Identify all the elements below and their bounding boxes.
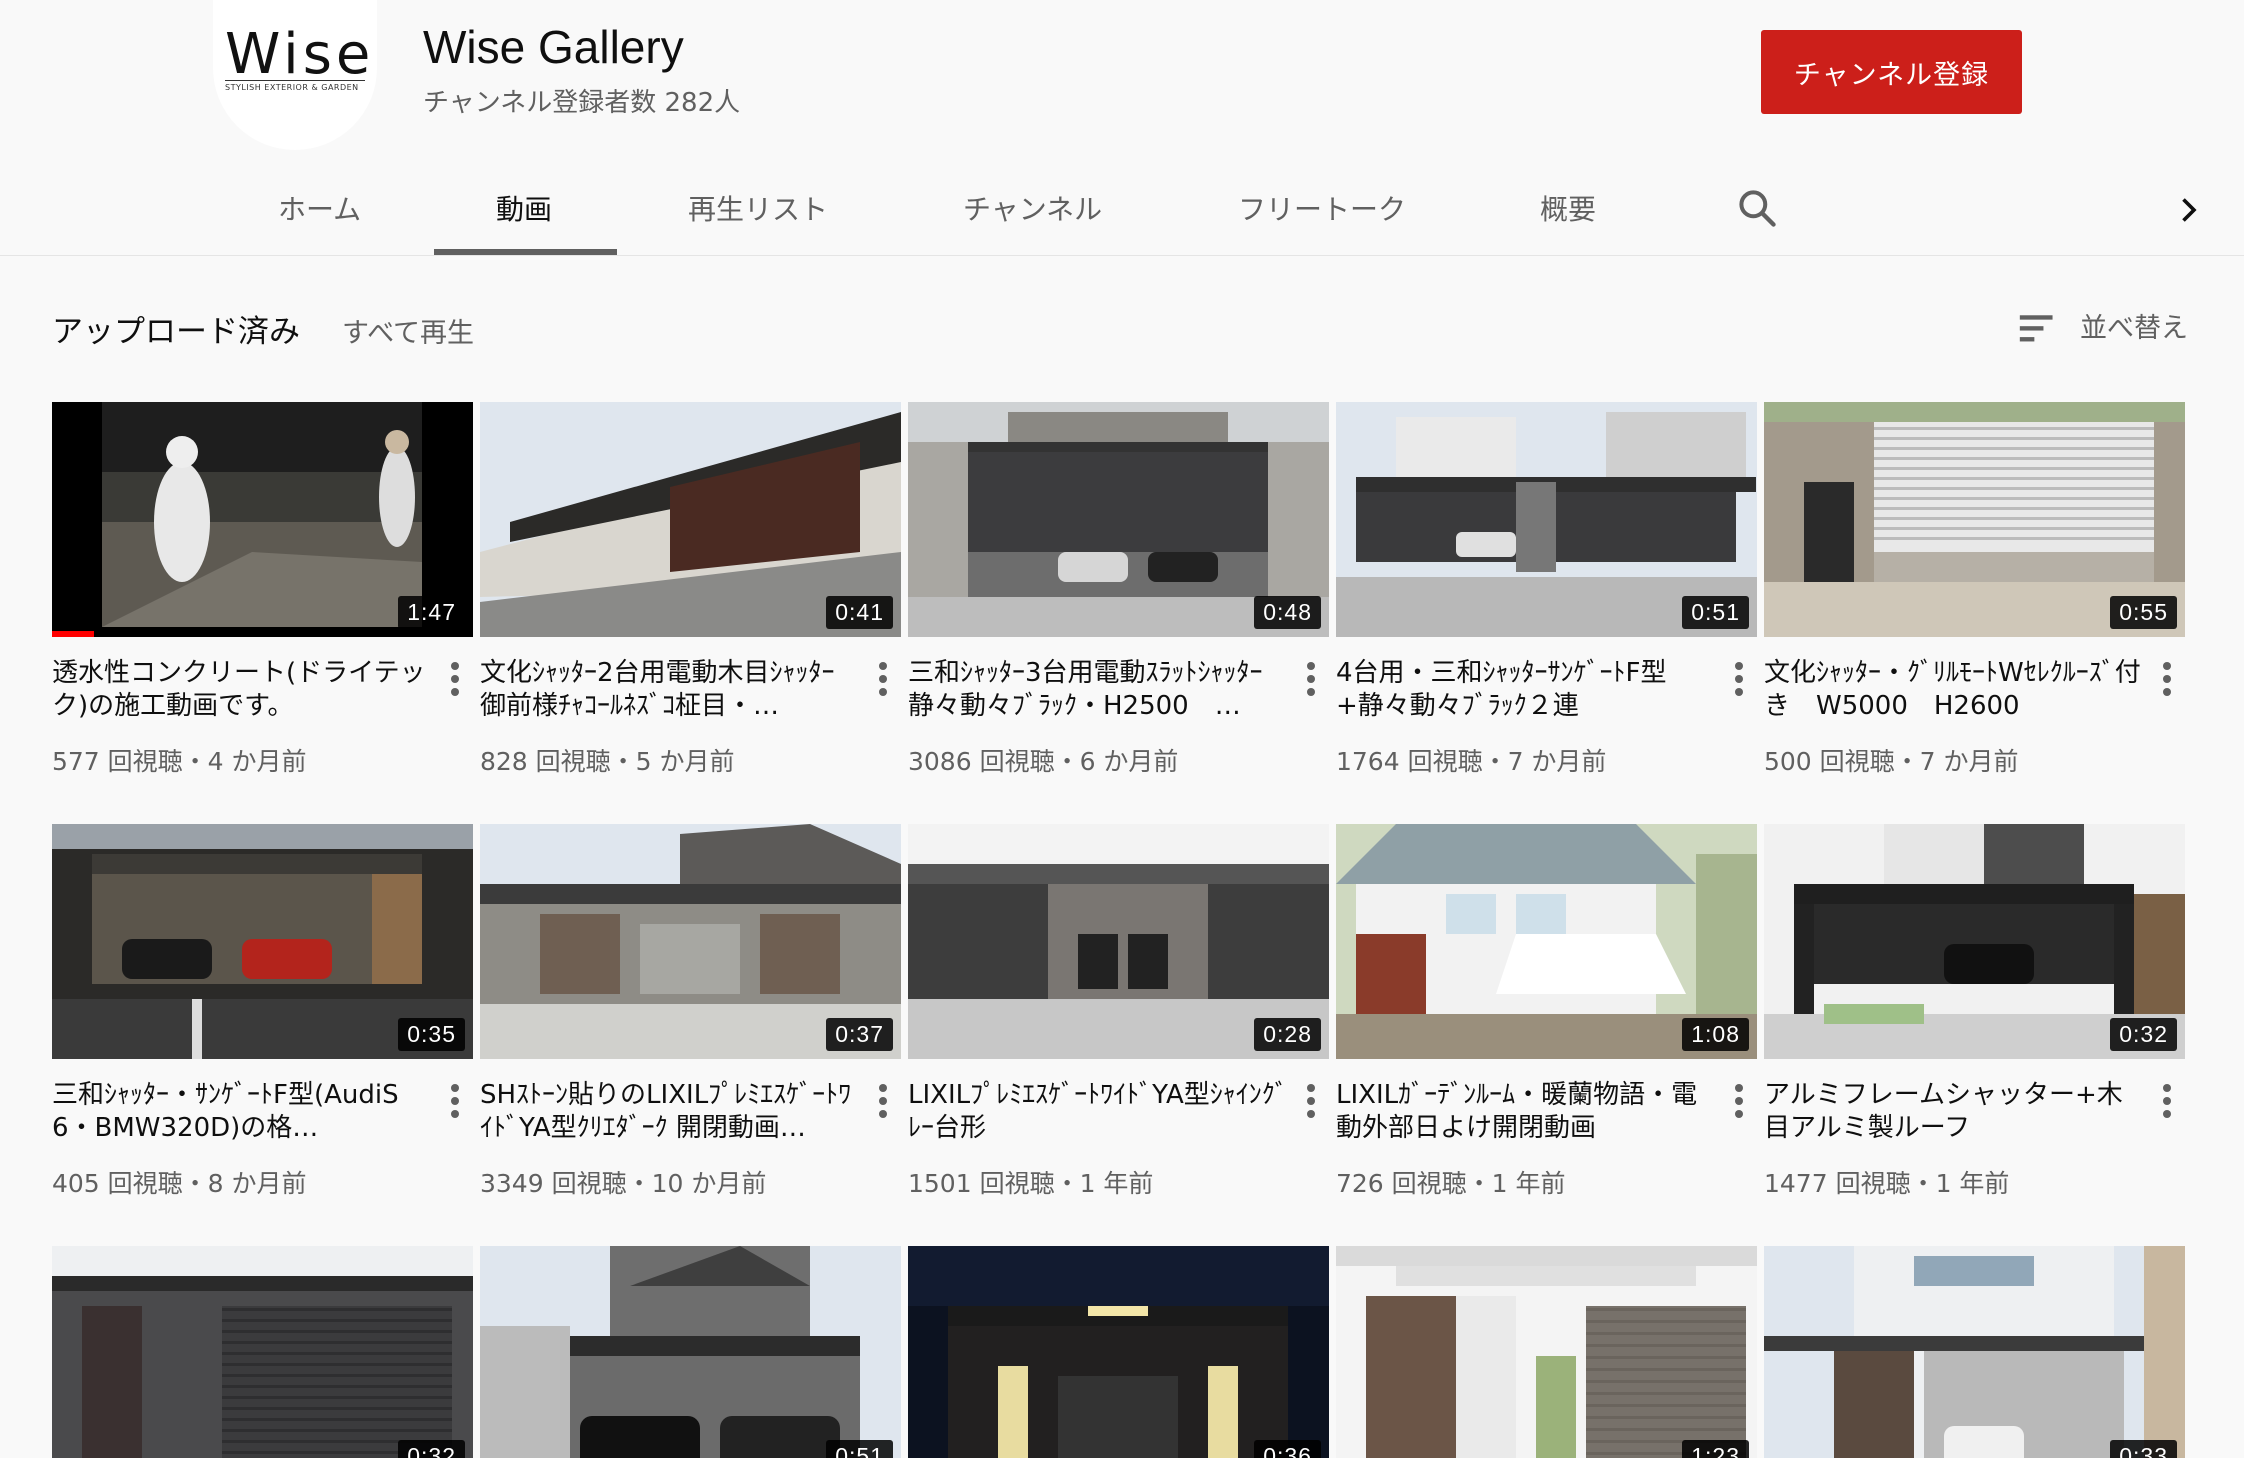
chevron-right-icon[interactable] bbox=[2170, 192, 2206, 228]
video-card[interactable]: 1:47 透水性コンクリート(ドライテック)の施工動画です。 577 回視聴・4 か… bbox=[52, 402, 473, 776]
video-metadata: 405 回視聴・8 か月前 bbox=[52, 1169, 307, 1198]
sort-icon[interactable] bbox=[2016, 308, 2060, 348]
video-metadata: 3349 回視聴・10 か月前 bbox=[480, 1169, 767, 1198]
video-title[interactable]: 透水性コンクリート(ドライテック)の施工動画です。 bbox=[52, 657, 432, 723]
more-actions-icon[interactable] bbox=[2159, 662, 2175, 702]
search-icon[interactable] bbox=[1735, 186, 1779, 230]
video-thumbnail[interactable]: 0:28 bbox=[908, 824, 1329, 1059]
video-duration: 0:35 bbox=[398, 1018, 465, 1051]
video-duration: 0:51 bbox=[826, 1440, 893, 1458]
video-duration: 0:32 bbox=[398, 1440, 465, 1458]
logo-text: Wise bbox=[225, 22, 375, 87]
video-duration: 0:32 bbox=[2110, 1018, 2177, 1051]
tab-playlists[interactable]: 再生リスト bbox=[688, 188, 828, 228]
video-duration: 0:48 bbox=[1254, 596, 1321, 629]
watch-progress-bar bbox=[52, 631, 95, 637]
video-metadata: 1501 回視聴・1 年前 bbox=[908, 1169, 1154, 1198]
video-card[interactable]: 0:28 LIXILﾌﾟﾚﾐｴｽｹﾞｰﾄﾜｲﾄﾞYA型ｼｬｲﾝｸﾞﾚｰ台形 1501… bbox=[908, 824, 1329, 1198]
video-title[interactable]: アルミフレームシャッター+木目アルミ製ルーフ bbox=[1764, 1079, 2144, 1145]
video-thumbnail[interactable]: 0:51 bbox=[480, 1246, 901, 1458]
video-duration: 0:51 bbox=[1682, 596, 1749, 629]
video-title[interactable]: 4台用・三和ｼｬｯﾀｰｻﾝｹﾞｰﾄF型+静々動々ﾌﾞﾗｯｸ２連 bbox=[1336, 657, 1716, 723]
video-thumbnail[interactable]: 0:32 bbox=[52, 1246, 473, 1458]
more-actions-icon[interactable] bbox=[875, 662, 891, 702]
tab-home[interactable]: ホーム bbox=[278, 188, 361, 228]
logo-subtext: STYLISH EXTERIOR & GARDEN bbox=[225, 80, 365, 92]
video-title[interactable]: 文化ｼｬｯﾀｰ・ｸﾞﾘﾙﾓｰﾄWｾﾚｸﾙｰｽﾞ付き W5000 H2600 bbox=[1764, 657, 2144, 723]
video-card[interactable]: 0:48 三和ｼｬｯﾀｰ3台用電動ｽﾗｯﾄｼｬｯﾀｰ静々動々ﾌﾞﾗｯｸ・H2500… bbox=[908, 402, 1329, 776]
video-thumbnail[interactable]: 0:32 bbox=[1764, 824, 2185, 1059]
video-thumbnail[interactable]: 1:23 bbox=[1336, 1246, 1757, 1458]
video-card[interactable]: 0:41 文化ｼｬｯﾀｰ2台用電動木目ｼｬｯﾀｰ御前様ﾁｬｺｰﾙﾈｽﾞｺ柾目・… 8… bbox=[480, 402, 901, 776]
video-duration: 1:08 bbox=[1682, 1018, 1749, 1051]
channel-tabs: ホーム 動画 再生リスト チャンネル フリートーク 概要 bbox=[0, 170, 2244, 256]
video-duration: 1:47 bbox=[398, 596, 465, 629]
video-duration: 0:28 bbox=[1254, 1018, 1321, 1051]
video-metadata: 726 回視聴・1 年前 bbox=[1336, 1169, 1566, 1198]
video-thumbnail[interactable]: 1:08 bbox=[1336, 824, 1757, 1059]
video-title[interactable]: LIXILﾌﾟﾚﾐｴｽｹﾞｰﾄﾜｲﾄﾞYA型ｼｬｲﾝｸﾞﾚｰ台形 bbox=[908, 1079, 1288, 1145]
section-title: アップロード済み bbox=[52, 314, 300, 350]
more-actions-icon[interactable] bbox=[1303, 1084, 1319, 1124]
video-thumbnail[interactable]: 0:51 bbox=[1336, 402, 1757, 637]
video-metadata: 1764 回視聴・7 か月前 bbox=[1336, 747, 1607, 776]
tab-channels[interactable]: チャンネル bbox=[963, 188, 1102, 228]
video-metadata: 500 回視聴・7 か月前 bbox=[1764, 747, 2019, 776]
video-metadata: 828 回視聴・5 か月前 bbox=[480, 747, 735, 776]
video-thumbnail[interactable]: 0:36 bbox=[908, 1246, 1329, 1458]
video-card[interactable]: 0:37 SHｽﾄｰﾝ貼りのLIXILﾌﾟﾚﾐｴｽｹﾞｰﾄﾜｲﾄﾞYA型ｸﾘｴﾀﾞ… bbox=[480, 824, 901, 1198]
channel-header: Wise STYLISH EXTERIOR & GARDEN Wise Gall… bbox=[0, 0, 2244, 256]
more-actions-icon[interactable] bbox=[1731, 662, 1747, 702]
video-duration: 0:36 bbox=[1254, 1440, 1321, 1458]
video-metadata: 1477 回視聴・1 年前 bbox=[1764, 1169, 2010, 1198]
video-duration: 0:33 bbox=[2110, 1440, 2177, 1458]
video-title[interactable]: LIXILｶﾞｰﾃﾞﾝﾙｰﾑ・暖蘭物語・電動外部日よけ開閉動画 bbox=[1336, 1079, 1716, 1145]
more-actions-icon[interactable] bbox=[447, 662, 463, 702]
more-actions-icon[interactable] bbox=[2159, 1084, 2175, 1124]
video-card[interactable]: 0:35 三和ｼｬｯﾀｰ・ｻﾝｹﾞｰﾄF型(AudiS6・BMW320D)の格… 4… bbox=[52, 824, 473, 1198]
video-thumbnail[interactable]: 0:35 bbox=[52, 824, 473, 1059]
video-duration: 1:23 bbox=[1682, 1440, 1749, 1458]
channel-avatar[interactable]: Wise STYLISH EXTERIOR & GARDEN bbox=[213, 0, 377, 150]
video-title[interactable]: 文化ｼｬｯﾀｰ2台用電動木目ｼｬｯﾀｰ御前様ﾁｬｺｰﾙﾈｽﾞｺ柾目・… bbox=[480, 657, 860, 723]
video-thumbnail[interactable]: 0:37 bbox=[480, 824, 901, 1059]
video-title[interactable]: SHｽﾄｰﾝ貼りのLIXILﾌﾟﾚﾐｴｽｹﾞｰﾄﾜｲﾄﾞYA型ｸﾘｴﾀﾞｰｸ 開… bbox=[480, 1079, 860, 1145]
video-title[interactable]: 三和ｼｬｯﾀｰ3台用電動ｽﾗｯﾄｼｬｯﾀｰ静々動々ﾌﾞﾗｯｸ・H2500 … bbox=[908, 657, 1288, 723]
video-card[interactable]: 0:36 bbox=[908, 1246, 1329, 1458]
video-metadata: 577 回視聴・4 か月前 bbox=[52, 747, 307, 776]
more-actions-icon[interactable] bbox=[1731, 1084, 1747, 1124]
tab-about[interactable]: 概要 bbox=[1540, 188, 1596, 228]
play-all-link[interactable]: すべて再生 bbox=[342, 311, 474, 350]
video-card[interactable]: 0:51 4台用・三和ｼｬｯﾀｰｻﾝｹﾞｰﾄF型+静々動々ﾌﾞﾗｯｸ２連 1764 … bbox=[1336, 402, 1757, 776]
more-actions-icon[interactable] bbox=[447, 1084, 463, 1124]
video-duration: 0:55 bbox=[2110, 596, 2177, 629]
video-duration: 0:37 bbox=[826, 1018, 893, 1051]
video-card[interactable]: 0:32 アルミフレームシャッター+木目アルミ製ルーフ 1477 回視聴・1 年前 bbox=[1764, 824, 2185, 1198]
video-card[interactable]: 1:08 LIXILｶﾞｰﾃﾞﾝﾙｰﾑ・暖蘭物語・電動外部日よけ開閉動画 726 回… bbox=[1336, 824, 1757, 1198]
video-duration: 0:41 bbox=[826, 596, 893, 629]
subscriber-count: チャンネル登録者数 282人 bbox=[423, 88, 741, 118]
video-card[interactable]: 0:55 文化ｼｬｯﾀｰ・ｸﾞﾘﾙﾓｰﾄWｾﾚｸﾙｰｽﾞ付き W5000 H260… bbox=[1764, 402, 2185, 776]
video-thumbnail[interactable]: 0:48 bbox=[908, 402, 1329, 637]
tab-discussion[interactable]: フリートーク bbox=[1238, 188, 1406, 228]
video-thumbnail[interactable]: 1:47 bbox=[52, 402, 473, 637]
channel-title: Wise Gallery bbox=[423, 21, 684, 73]
tab-videos[interactable]: 動画 bbox=[496, 188, 552, 228]
video-card[interactable]: 0:51 bbox=[480, 1246, 901, 1458]
video-thumbnail[interactable]: 0:33 bbox=[1764, 1246, 2185, 1458]
video-thumbnail[interactable]: 0:55 bbox=[1764, 402, 2185, 637]
video-metadata: 3086 回視聴・6 か月前 bbox=[908, 747, 1179, 776]
video-title[interactable]: 三和ｼｬｯﾀｰ・ｻﾝｹﾞｰﾄF型(AudiS6・BMW320D)の格… bbox=[52, 1079, 432, 1145]
more-actions-icon[interactable] bbox=[875, 1084, 891, 1124]
video-card[interactable]: 1:23 bbox=[1336, 1246, 1757, 1458]
more-actions-icon[interactable] bbox=[1303, 662, 1319, 702]
video-card[interactable]: 0:33 bbox=[1764, 1246, 2185, 1458]
video-thumbnail[interactable]: 0:41 bbox=[480, 402, 901, 637]
selected-tab-indicator bbox=[434, 249, 617, 255]
video-card[interactable]: 0:32 bbox=[52, 1246, 473, 1458]
sort-label[interactable]: 並べ替え bbox=[2080, 306, 2188, 345]
subscribe-button[interactable]: チャンネル登録 bbox=[1761, 30, 2022, 114]
